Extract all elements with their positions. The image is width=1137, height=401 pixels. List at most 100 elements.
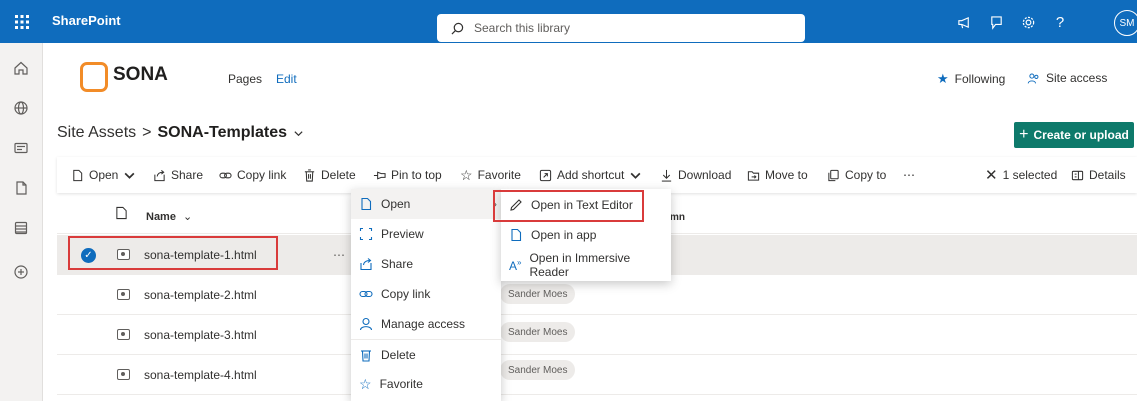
site-logo-icon[interactable] (80, 62, 108, 92)
modified-by-persona[interactable]: Sander Moes (500, 360, 576, 380)
highlight-box-selected-file (68, 236, 278, 270)
copy-icon (828, 169, 839, 181)
menu-item-open-in-immersive-reader[interactable]: A» Open in Immersive Reader (501, 250, 671, 280)
app-name[interactable]: SharePoint (52, 13, 121, 28)
menu-item-label: Share (381, 257, 414, 271)
search-placeholder: Search this library (474, 21, 571, 35)
link-icon (219, 172, 232, 178)
globe-icon[interactable] (12, 99, 30, 117)
nav-pages-link[interactable]: Pages (228, 72, 262, 86)
chevron-down-icon: ⌄ (183, 211, 193, 223)
menu-item-share[interactable]: Share (351, 249, 501, 279)
favorite-command[interactable]: ☆ Favorite (460, 157, 521, 193)
html-file-icon (117, 369, 130, 380)
help-question-icon[interactable]: ? (1051, 13, 1069, 31)
news-icon[interactable] (12, 139, 30, 157)
move-to-label: Move to (765, 168, 808, 182)
document-icon[interactable] (12, 179, 30, 197)
column-header-partial[interactable]: mn (670, 212, 685, 223)
user-avatar[interactable]: SM (1114, 10, 1137, 36)
settings-gear-icon[interactable] (1019, 13, 1037, 31)
chevron-down-icon (630, 172, 641, 179)
menu-item-label: Copy link (381, 287, 431, 301)
add-circle-icon[interactable] (12, 263, 30, 281)
details-label: Details (1089, 168, 1126, 182)
create-button-label: Create or upload (1033, 128, 1129, 142)
following-button[interactable]: ★ Following (937, 71, 1005, 87)
list-icon[interactable] (12, 219, 30, 237)
menu-item-open-in-app[interactable]: Open in app (501, 220, 671, 250)
file-name[interactable]: sona-template-2.html (144, 288, 257, 302)
site-access-button[interactable]: Site access (1027, 71, 1107, 85)
file-type-header-icon[interactable] (115, 206, 128, 220)
menu-item-manage-access[interactable]: Manage access (351, 309, 501, 339)
menu-item-preview[interactable]: Preview (351, 219, 501, 249)
modified-by-persona[interactable]: Sander Moes (500, 322, 576, 342)
html-file-icon (117, 289, 130, 300)
menu-item-delete[interactable]: Delete (351, 339, 501, 369)
chevron-down-icon[interactable] (293, 128, 304, 139)
open-label: Open (89, 168, 119, 182)
selected-count: 1 selected (1002, 168, 1058, 182)
person-icon (359, 317, 373, 331)
share-icon (154, 169, 165, 181)
more-commands-button[interactable]: ⋯ (903, 157, 915, 193)
menu-item-label: Delete (381, 347, 416, 362)
create-or-upload-button[interactable]: + Create or upload (1014, 122, 1134, 148)
menu-item-copy-link[interactable]: Copy link (351, 279, 501, 309)
file-name[interactable]: sona-template-3.html (144, 328, 257, 342)
breadcrumb-current[interactable]: SONA-Templates (158, 124, 288, 142)
highlight-box-open-in-text-editor (493, 190, 644, 222)
search-icon (451, 22, 464, 34)
copy-to-label: Copy to (845, 168, 887, 182)
more-actions-icon[interactable]: ⋯ (333, 248, 345, 262)
move-icon (747, 170, 760, 181)
share-icon (360, 258, 372, 271)
add-shortcut-command[interactable]: Add shortcut (539, 157, 642, 193)
pin-to-top-command[interactable]: Pin to top (373, 157, 442, 193)
breadcrumb-parent[interactable]: Site Assets (57, 124, 136, 142)
details-button[interactable]: Details (1071, 157, 1126, 193)
megaphone-icon[interactable] (955, 13, 973, 31)
link-icon (359, 290, 373, 298)
document-open-icon (361, 197, 372, 211)
open-command[interactable]: Open (71, 157, 136, 193)
trash-icon (361, 349, 371, 362)
pin-icon (373, 171, 386, 179)
star-outline-icon: ☆ (359, 375, 372, 392)
breadcrumb: Site Assets > SONA-Templates (57, 124, 304, 142)
search-input[interactable]: Search this library (437, 14, 805, 42)
chevron-down-icon (124, 172, 135, 179)
suite-bar: SharePoint Search this library ? SM (0, 0, 1137, 43)
home-icon[interactable] (12, 59, 30, 77)
trash-icon (304, 168, 315, 182)
delete-command[interactable]: Delete (303, 157, 356, 193)
modified-by-persona[interactable]: Sander Moes (500, 284, 576, 304)
nav-edit-link[interactable]: Edit (276, 72, 297, 86)
copy-link-label: Copy link (237, 168, 287, 182)
menu-item-favorite[interactable]: ☆ Favorite (351, 369, 501, 399)
download-command[interactable]: Download (660, 157, 731, 193)
people-icon (1027, 73, 1039, 84)
clear-selection-button[interactable]: ✕ 1 selected (985, 157, 1057, 193)
file-name[interactable]: sona-template-4.html (144, 368, 257, 382)
info-pane-icon (1071, 170, 1084, 180)
app-launcher-waffle-icon[interactable] (0, 0, 43, 43)
delete-label: Delete (321, 168, 356, 182)
menu-item-open[interactable]: Open › (351, 189, 501, 219)
copy-link-command[interactable]: Copy link (219, 157, 286, 193)
download-icon (661, 169, 672, 182)
copy-to-command[interactable]: Copy to (827, 157, 886, 193)
plus-icon: + (1019, 126, 1029, 143)
add-shortcut-label: Add shortcut (557, 168, 625, 182)
name-column-header[interactable]: Name ⌄ (146, 210, 192, 223)
pin-label: Pin to top (391, 168, 442, 182)
site-logo-text[interactable]: SONA (113, 64, 168, 86)
following-label: Following (954, 72, 1006, 86)
share-command[interactable]: Share (153, 157, 203, 193)
feedback-icon[interactable] (987, 13, 1005, 31)
breadcrumb-separator: > (142, 124, 152, 141)
move-to-command[interactable]: Move to (747, 157, 808, 193)
star-icon: ★ (937, 71, 949, 86)
document-open-icon (73, 169, 83, 181)
